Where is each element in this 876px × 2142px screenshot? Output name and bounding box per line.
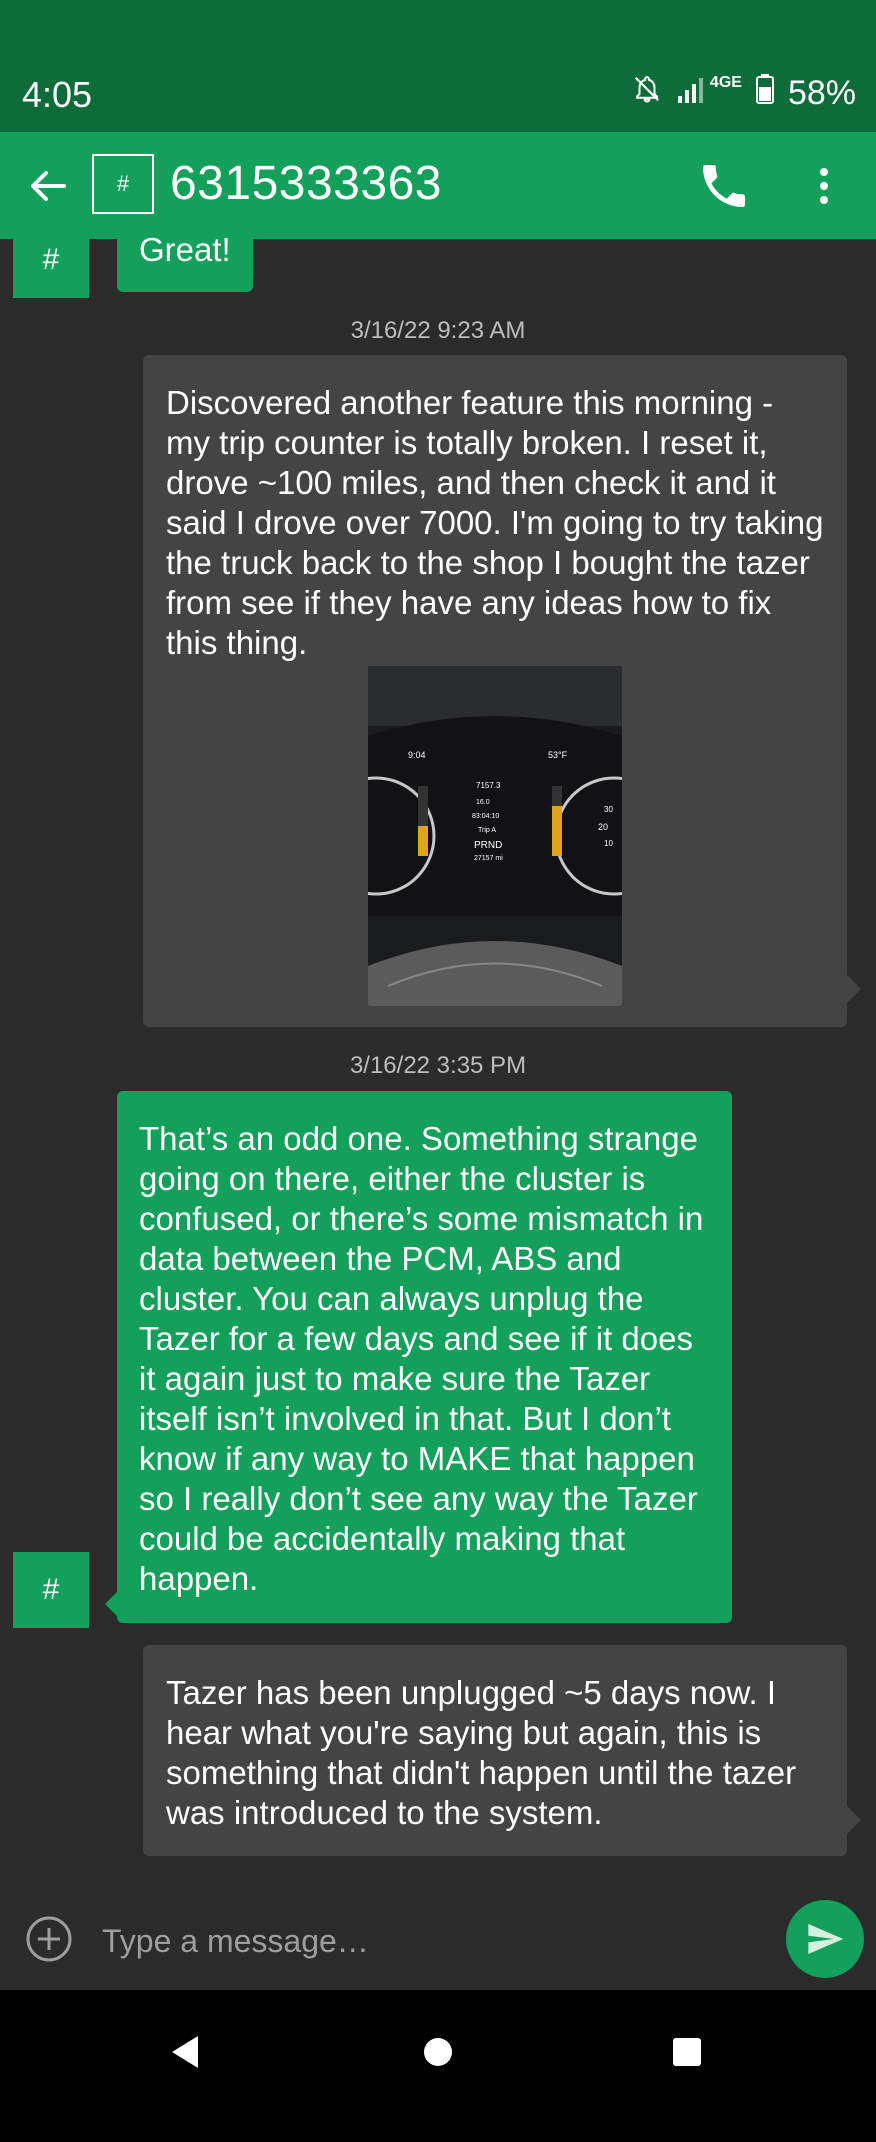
more-options-button[interactable] [796,158,852,214]
cluster-odometer: 27157 mi [474,855,503,862]
message-bubble-incoming[interactable]: Tazer has been unplugged ~5 days now. I … [143,1645,847,1856]
nav-home-button[interactable] [424,2038,452,2066]
contact-title[interactable]: 6315333363 [170,156,442,211]
message-timestamp: 3/16/22 3:35 PM [349,1052,527,1079]
back-arrow-icon [31,171,66,201]
mute-icon [632,74,662,113]
cluster-gear: PRND [474,840,502,851]
message-thread[interactable]: # Great! 3/16/22 9:23 AM Discovered anot… [0,0,876,1890]
phone-icon [703,165,745,207]
contact-avatar[interactable]: # [92,154,154,214]
message-text: That’s an odd one. Something strange goi… [139,1120,704,1597]
cluster-gauge-20: 20 [598,822,608,832]
status-time: 4:05 [22,74,93,115]
battery-icon [755,74,774,113]
status-icons: 4GE 58% [632,74,856,113]
nav-back-icon [172,2036,198,2068]
message-text: Tazer has been unplugged ~5 days now. I … [166,1674,797,1831]
network-type: 4GE [709,74,742,91]
cluster-elapsed: 83:04:10 [472,813,499,820]
cluster-trip-distance: 7157.3 [476,781,501,790]
bubble-tail [105,1592,117,1616]
more-vert-icon [820,168,828,204]
message-text: Discovered another feature this morning … [166,384,824,661]
nav-back-button[interactable] [168,2034,202,2075]
message-input[interactable] [100,1912,764,1970]
add-attachment-button[interactable] [24,1914,74,1964]
message-photo[interactable]: 9:04 53°F 7157.3 16.0 83:04:10 Trip A PR… [368,666,622,1006]
cluster-clock: 9:04 [408,750,426,760]
cluster-trip-label: Trip A [478,827,496,834]
add-circle-icon [26,1916,72,1962]
app-bar: # 6315333363 [0,132,876,239]
bubble-tail [847,1806,861,1834]
message-bubble-outgoing[interactable]: That’s an odd one. Something strange goi… [117,1091,732,1623]
sender-avatar[interactable]: # [13,1552,89,1628]
message-timestamp: 3/16/22 9:23 AM [350,317,526,344]
cluster-temp: 53°F [548,750,568,760]
message-composer [0,1890,876,1990]
cluster-gauge-30: 30 [604,805,613,814]
bubble-tail [847,975,861,1003]
cluster-mpg: 16.0 [476,799,490,806]
system-nav-bar [0,1990,876,2142]
signal-icon [676,74,706,113]
send-icon [808,1924,844,1954]
nav-recents-button[interactable] [673,2038,701,2066]
send-button[interactable] [786,1900,864,1978]
battery-percent: 58% [787,74,856,112]
instrument-cluster-image: 9:04 53°F 7157.3 16.0 83:04:10 Trip A PR… [368,666,622,1006]
status-bar: 4:05 4GE 58% [0,0,876,132]
message-bubble-incoming[interactable]: Discovered another feature this morning … [143,355,847,1027]
call-button[interactable] [696,158,752,214]
back-button[interactable] [20,158,76,214]
cluster-gauge-10: 10 [604,839,613,848]
